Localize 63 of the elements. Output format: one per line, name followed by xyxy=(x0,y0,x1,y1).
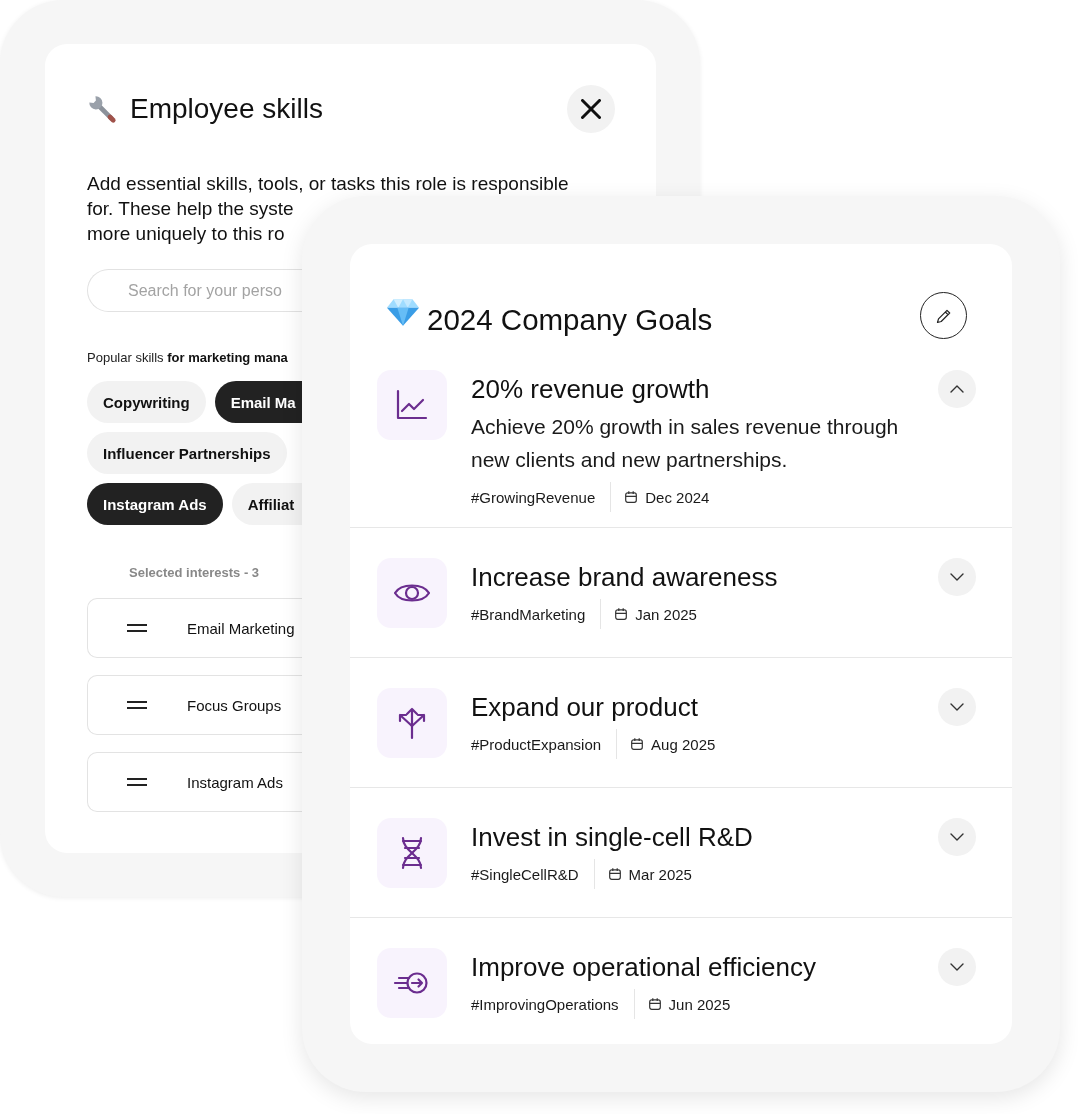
skill-chip[interactable]: Influencer Partnerships xyxy=(87,432,287,474)
expand-toggle-button[interactable] xyxy=(938,818,976,856)
wrench-icon xyxy=(87,94,117,124)
goal-title: 20% revenue growth xyxy=(471,374,710,404)
description-text: for. These help the syste xyxy=(87,197,294,221)
skill-chip[interactable]: Instagram Ads xyxy=(87,483,223,525)
calendar-icon xyxy=(648,998,661,1010)
goal-date: Dec 2024 xyxy=(645,488,710,506)
goal-tag: #ProductExpansion xyxy=(471,735,602,753)
card-title: 2024 Company Goals xyxy=(427,302,713,337)
skill-chip[interactable]: Email Ma xyxy=(214,381,302,423)
goal-date: Aug 2025 xyxy=(651,735,716,753)
line-chart-icon xyxy=(377,370,447,440)
interest-label: Email Marketing xyxy=(187,619,295,637)
chevron-down-icon xyxy=(950,703,964,711)
goal-tag: #SingleCellR&D xyxy=(471,865,579,883)
goal-date: Jan 2025 xyxy=(635,605,697,623)
goal-tag: #GrowingRevenue xyxy=(471,488,596,506)
interest-item[interactable]: Focus Groups xyxy=(87,675,302,735)
skill-chip[interactable]: Affiliat xyxy=(231,483,302,525)
expand-toggle-button[interactable] xyxy=(938,948,976,986)
search-field[interactable]: Search for your perso xyxy=(87,269,302,312)
dialog-title: Employee skills xyxy=(130,93,323,125)
calendar-icon xyxy=(625,491,638,503)
split-arrows-icon xyxy=(377,688,447,758)
chevron-up-icon xyxy=(950,385,964,393)
goal-tag: #BrandMarketing xyxy=(471,605,586,623)
goal-title: Improve operational efficiency xyxy=(471,952,816,982)
edit-button[interactable] xyxy=(920,292,967,339)
expand-toggle-button[interactable] xyxy=(938,370,976,408)
chevron-down-icon xyxy=(950,963,964,971)
goal-date: Jun 2025 xyxy=(668,995,731,1013)
interest-label: Focus Groups xyxy=(187,696,282,714)
calendar-icon xyxy=(615,608,628,620)
interest-item[interactable]: Email Marketing xyxy=(87,598,302,658)
calendar-icon xyxy=(631,738,644,750)
expand-toggle-button[interactable] xyxy=(938,558,976,596)
drag-handle-icon xyxy=(127,778,147,786)
eye-icon xyxy=(377,558,447,628)
drag-handle-icon xyxy=(127,624,147,632)
goal-title: Expand our product xyxy=(471,692,698,722)
close-icon xyxy=(581,99,601,119)
goal-tag: #ImprovingOperations xyxy=(471,995,619,1013)
description-text: more uniquely to this ro xyxy=(87,222,285,246)
skill-chip[interactable]: Copywriting xyxy=(87,381,206,423)
chevron-down-icon xyxy=(950,833,964,841)
goal-title: Invest in single-cell R&D xyxy=(471,822,753,852)
goal-title: Increase brand awareness xyxy=(471,562,778,592)
goal-date: Mar 2025 xyxy=(628,865,692,883)
drag-handle-icon xyxy=(127,701,147,709)
description-text: Add essential skills, tools, or tasks this role is responsible xyxy=(87,172,569,196)
selected-count-label: Selected interests - 3 xyxy=(129,565,260,581)
calendar-icon xyxy=(608,868,621,880)
interest-item[interactable]: Instagram Ads xyxy=(87,752,302,812)
pencil-icon xyxy=(935,307,952,324)
diamond-icon xyxy=(386,298,420,327)
chevron-down-icon xyxy=(950,573,964,581)
goal-description: Achieve 20% growth in sales revenue through new clients and new partnerships. xyxy=(471,414,900,473)
close-button[interactable] xyxy=(567,85,615,133)
interest-label: Instagram Ads xyxy=(187,773,283,791)
skills-caption: Popular skills for marketing mana xyxy=(87,350,288,366)
expand-toggle-button[interactable] xyxy=(938,688,976,726)
dna-icon xyxy=(377,818,447,888)
